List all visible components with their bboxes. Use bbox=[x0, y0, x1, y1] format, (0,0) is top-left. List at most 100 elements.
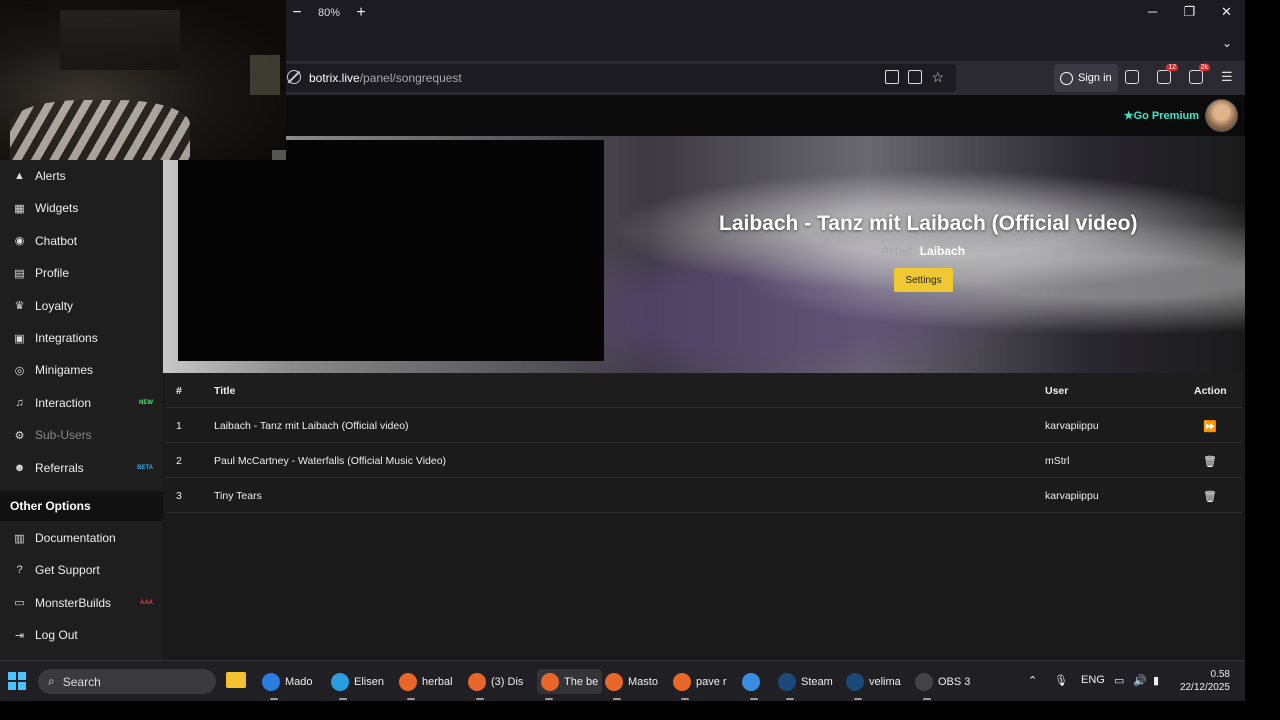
sidebar-item-profile[interactable]: ▤ Profile bbox=[0, 257, 163, 289]
menu-hamburger-icon[interactable]: ☰ bbox=[1221, 69, 1233, 85]
song-title: Tiny Tears bbox=[214, 490, 262, 502]
star-icon: ★ bbox=[1123, 110, 1134, 122]
restore-button[interactable]: ❐ bbox=[1171, 4, 1208, 20]
sidebar-item-minigames[interactable]: ◎ Minigames bbox=[0, 354, 163, 386]
zoom-level[interactable]: 80% bbox=[318, 7, 340, 19]
taskbar-app[interactable]: The be bbox=[537, 669, 603, 700]
taskbar-app[interactable]: OBS 3 bbox=[915, 669, 970, 700]
microphone-icon[interactable]: 🎙 bbox=[1054, 674, 1068, 687]
header-user: User bbox=[1045, 385, 1069, 397]
sidebar-item-label: Alerts bbox=[35, 169, 66, 183]
zoom-controls: − 80% + bbox=[290, 3, 368, 23]
sidebar-item-log-out[interactable]: ⇥ Log Out bbox=[0, 619, 163, 651]
sidebar-item-documentation[interactable]: ▥ Documentation bbox=[0, 522, 163, 554]
table-row: 1 Laibach - Tanz mit Laibach (Official vi… bbox=[166, 408, 1242, 443]
app-icon bbox=[915, 672, 933, 691]
app-label: (3) Dis bbox=[491, 675, 524, 688]
zoom-in-button[interactable]: + bbox=[354, 4, 368, 22]
extensions-puzzle-icon[interactable] bbox=[1125, 70, 1139, 84]
sidebar-item-sub-users[interactable]: ⚙ Sub-Users bbox=[0, 419, 163, 451]
taskbar-app[interactable]: herbal bbox=[399, 669, 453, 700]
zoom-out-button[interactable]: − bbox=[290, 4, 304, 22]
taskbar-app[interactable]: Elisen bbox=[331, 669, 384, 700]
minimize-button[interactable]: ─ bbox=[1134, 4, 1171, 20]
go-premium-link[interactable]: ★Go Premium bbox=[1124, 109, 1199, 122]
battery-icon[interactable]: ▮ bbox=[1153, 674, 1159, 687]
sidebar-item-integrations[interactable]: ▣ Integrations bbox=[0, 322, 163, 354]
taskbar-search[interactable]: ⌕ Search bbox=[38, 669, 216, 694]
taskbar-app[interactable]: pave r bbox=[673, 669, 727, 700]
screen: ★Go Premium ▲ Alerts ▦ Widgets ◉ Chatbot ▤ Prof… bbox=[0, 0, 1280, 720]
id-card-icon: ▤ bbox=[14, 267, 25, 280]
app-icon bbox=[262, 672, 280, 691]
skip-icon[interactable]: ⏩ bbox=[1203, 420, 1217, 433]
taskbar-app[interactable]: Steam bbox=[778, 669, 833, 700]
app-label: velima bbox=[869, 675, 901, 688]
warning-icon: ▲ bbox=[14, 170, 25, 182]
search-icon: ⌕ bbox=[48, 674, 55, 688]
network-icon[interactable]: ▭ bbox=[1114, 674, 1124, 687]
book-icon: ▥ bbox=[14, 532, 25, 545]
list-tabs-button[interactable]: ⌄ bbox=[1222, 36, 1232, 50]
address-bar[interactable]: botrix.live/panel/songrequest ☆ bbox=[282, 64, 956, 92]
sidebar-item-referrals[interactable]: ☻ Referrals BETA bbox=[0, 452, 163, 484]
sidebar-item-chatbot[interactable]: ◉ Chatbot bbox=[0, 225, 163, 257]
trash-icon[interactable]: 🗑 bbox=[1203, 490, 1217, 503]
language-indicator[interactable]: ENG bbox=[1081, 674, 1105, 686]
robot-icon: ◉ bbox=[14, 235, 25, 248]
app-icon bbox=[399, 672, 417, 691]
tracking-protection-icon[interactable] bbox=[287, 70, 301, 84]
botrix-page: ★Go Premium ▲ Alerts ▦ Widgets ◉ Chatbot ▤ Prof… bbox=[0, 95, 1245, 660]
volume-icon[interactable]: 🔊 bbox=[1133, 674, 1147, 687]
app-label: Steam bbox=[801, 675, 833, 688]
app-icon bbox=[541, 672, 559, 691]
sidebar-item-label: Widgets bbox=[35, 201, 79, 216]
sidebar-item-monsterbuilds[interactable]: ▭ MonsterBuilds AAA bbox=[0, 587, 163, 619]
taskbar-clock[interactable]: 0.58 22/12/2025 bbox=[1178, 668, 1230, 694]
app-icon bbox=[846, 672, 864, 691]
extension-1-icon[interactable]: 12 bbox=[1157, 64, 1178, 84]
artist-name: Laibach bbox=[919, 244, 966, 258]
taskbar-app[interactable]: Mado bbox=[262, 669, 313, 700]
sidebar-item-get-support[interactable]: ? Get Support bbox=[0, 554, 163, 586]
requested-by: karvapiippu bbox=[1045, 420, 1099, 432]
sidebar-item-widgets[interactable]: ▦ Widgets bbox=[0, 192, 163, 224]
extension-2-icon[interactable]: 2k bbox=[1189, 64, 1210, 84]
sidebar-item-alerts[interactable]: ▲ Alerts bbox=[0, 160, 163, 192]
browser-titlebar: ─ ❐ ✕ bbox=[286, 0, 1245, 61]
taskbar-app[interactable]: Masto bbox=[605, 669, 658, 700]
trophy-icon: ♛ bbox=[14, 300, 25, 313]
music-icon: ♫ bbox=[15, 396, 24, 409]
picture-in-picture-icon[interactable] bbox=[885, 70, 900, 84]
taskbar-app[interactable]: velima bbox=[846, 669, 901, 700]
now-playing-artist: Artist: Laibach bbox=[881, 244, 965, 258]
taskbar-app[interactable]: (3) Dis bbox=[468, 669, 524, 700]
app-icon bbox=[742, 672, 760, 691]
settings-button[interactable]: Settings bbox=[894, 268, 953, 292]
taskbar-app[interactable] bbox=[742, 669, 765, 700]
app-icon bbox=[605, 672, 623, 691]
trash-icon[interactable]: 🗑 bbox=[1203, 455, 1217, 468]
grid-icon: ▦ bbox=[14, 202, 25, 215]
sidebar-item-label: Interaction bbox=[35, 395, 92, 410]
table-header: # Title User Action bbox=[166, 373, 1242, 408]
app-icon bbox=[673, 672, 691, 691]
song-title: Laibach - Tanz mit Laibach (Official vid… bbox=[214, 420, 409, 432]
video-player[interactable] bbox=[178, 140, 604, 361]
account-icon bbox=[1060, 71, 1073, 85]
sidebar-item-label: MonsterBuilds bbox=[35, 595, 112, 610]
file-explorer-icon[interactable] bbox=[226, 672, 246, 688]
sidebar-item-interaction[interactable]: ♫ Interaction NEW bbox=[0, 387, 163, 419]
save-to-pocket-icon[interactable] bbox=[908, 70, 923, 84]
sidebar-item-loyalty[interactable]: ♛ Loyalty bbox=[0, 290, 163, 322]
tray-overflow-icon[interactable]: ⌃ bbox=[1028, 674, 1037, 687]
bookmark-star-icon[interactable]: ☆ bbox=[931, 70, 944, 84]
sidebar-item-label: Get Support bbox=[35, 563, 100, 578]
windows-start-icon[interactable] bbox=[8, 672, 26, 690]
browser-extensions: 12 2k ☰ bbox=[1125, 64, 1233, 85]
url-text[interactable]: botrix.live/panel/songrequest bbox=[309, 71, 462, 85]
sign-in-button[interactable]: Sign in bbox=[1054, 64, 1118, 92]
close-button[interactable]: ✕ bbox=[1208, 4, 1245, 20]
user-avatar[interactable] bbox=[1205, 99, 1238, 132]
table-row: 2 Paul McCartney - Waterfalls (Official M… bbox=[166, 443, 1242, 478]
